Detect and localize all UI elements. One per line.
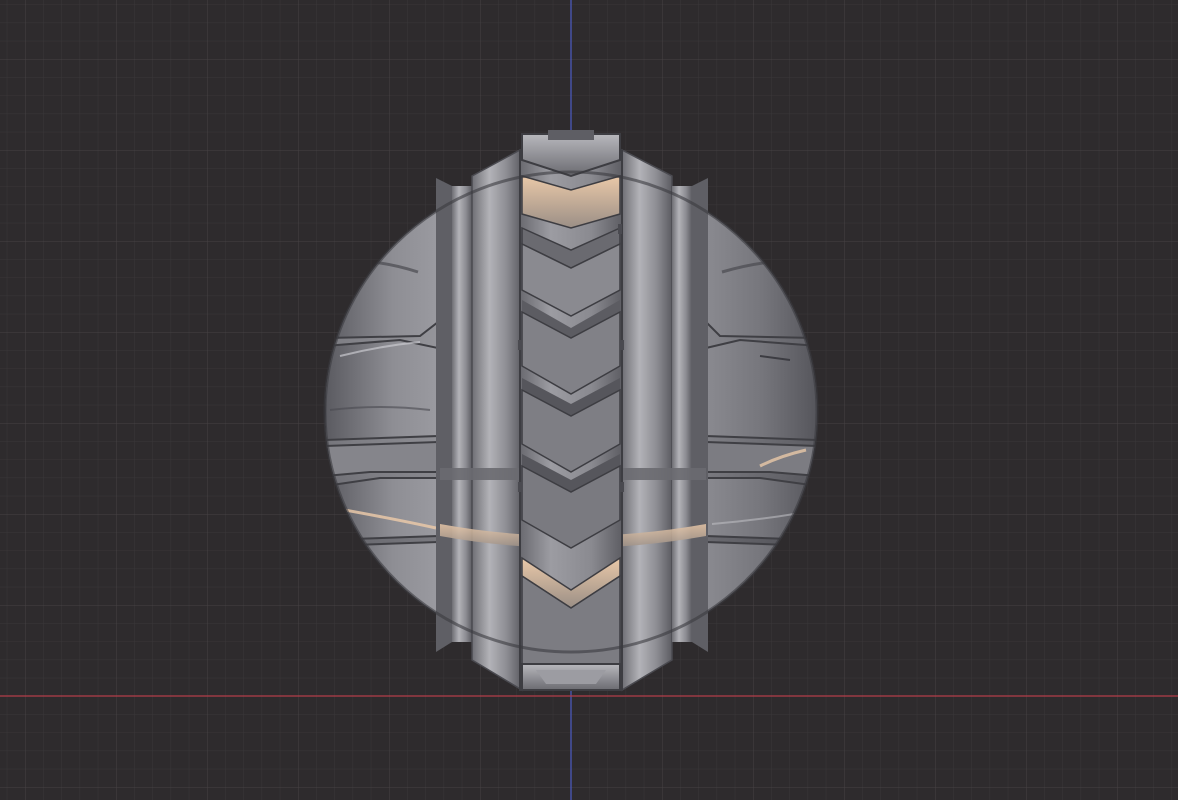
- viewport-canvas[interactable]: [0, 0, 1178, 800]
- 3d-viewport[interactable]: [0, 0, 1178, 800]
- central-chevron-spine: [518, 130, 624, 691]
